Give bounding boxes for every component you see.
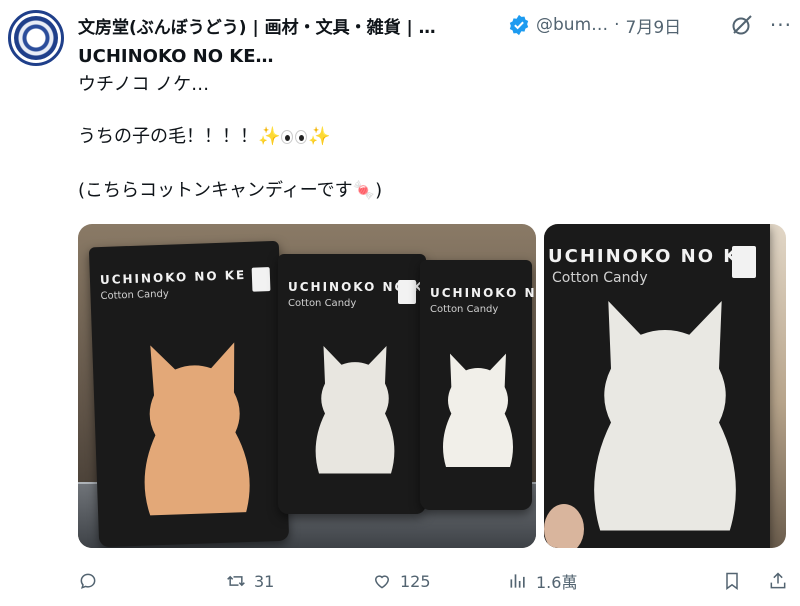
cat-silhouette-icon	[315, 346, 395, 474]
bag-label	[251, 267, 271, 292]
reply-button[interactable]	[78, 571, 178, 591]
media-photo-right[interactable]: UCHINOKO NO KE Cotton Candy	[544, 224, 786, 548]
retweet-count: 31	[254, 571, 275, 591]
separator-dot: ·	[614, 15, 620, 35]
display-name[interactable]: 文房堂(ぶんぼうどう) | 画材・文具・雑貨 | …	[78, 13, 498, 38]
bookmark-icon	[726, 572, 738, 590]
post-header: 文房堂(ぶんぼうどう) | 画材・文具・雑貨 | … @bum… · 7月9日 …	[78, 12, 792, 38]
post-text-line-4-close: )	[375, 180, 383, 201]
post-text-line-4-text: (こちらコットンキャンディーです	[78, 180, 353, 201]
bag-label	[398, 280, 416, 304]
post-text-line-4: (こちらコットンキャンディーです🍬)	[78, 178, 382, 204]
avatar[interactable]	[8, 10, 64, 66]
like-button[interactable]: 125	[372, 571, 508, 591]
user-handle[interactable]: @bum…	[536, 15, 608, 35]
bag-subtitle: Cotton Candy	[430, 304, 499, 315]
product-bag: UCHINOKO NO KE Cotton Candy	[278, 254, 432, 514]
post-text-line-2: ウチノコ ノケ…	[78, 74, 210, 95]
bag-subtitle: Cotton Candy	[100, 288, 169, 303]
like-count: 125	[400, 571, 431, 591]
post-text-line-3: うちの子の毛！！！！✨ ✨	[78, 124, 331, 150]
media-photo-left[interactable]: UCHINOKO NO KE Cotton Candy UCHINOKO NO …	[78, 224, 536, 548]
product-bag-closeup: UCHINOKO NO KE Cotton Candy	[544, 224, 770, 548]
avatar-logo	[14, 16, 58, 60]
retweet-button[interactable]: 31	[226, 571, 356, 591]
post-text-line-1: UCHINOKO NO KE…	[78, 46, 274, 67]
hand-thumb	[544, 504, 584, 548]
grok-icon[interactable]	[730, 13, 754, 37]
heart-icon	[374, 575, 390, 589]
cat-silhouette-icon	[594, 301, 736, 531]
share-button[interactable]	[768, 571, 788, 591]
bookmark-button[interactable]	[722, 571, 742, 591]
verified-badge-icon	[509, 14, 529, 36]
product-bag: UCHINOKO NO KE Cotton Candy	[88, 240, 290, 548]
product-bag: UCHINOKO NO KE Cotton Candy	[420, 260, 536, 510]
bag-brand: UCHINOKO NO KE	[430, 286, 536, 300]
cat-silhouette-icon	[144, 342, 250, 516]
share-icon	[770, 572, 786, 589]
retweet-icon	[227, 575, 245, 587]
post-text-line-3-text: うちの子の毛！！！！	[78, 126, 258, 147]
bag-brand: UCHINOKO NO KE	[99, 267, 247, 288]
candy-icon: 🍬	[352, 180, 376, 201]
views-button[interactable]: 1.6萬	[508, 569, 638, 593]
view-count: 1.6萬	[536, 573, 578, 592]
eyes-icon	[280, 129, 308, 145]
views-chart-icon	[510, 574, 525, 588]
more-options-button[interactable]: ···	[770, 13, 792, 37]
reply-icon	[80, 573, 96, 589]
bag-subtitle: Cotton Candy	[288, 298, 357, 309]
post-date[interactable]: 7月9日	[626, 13, 682, 38]
sparkle-icon-2: ✨	[308, 126, 331, 147]
sparkle-icon: ✨	[258, 126, 281, 147]
post-actions: 31 125 1.6萬	[78, 566, 788, 596]
cat-silhouette-icon	[443, 353, 513, 467]
bag-brand: UCHINOKO NO KE	[548, 246, 754, 267]
